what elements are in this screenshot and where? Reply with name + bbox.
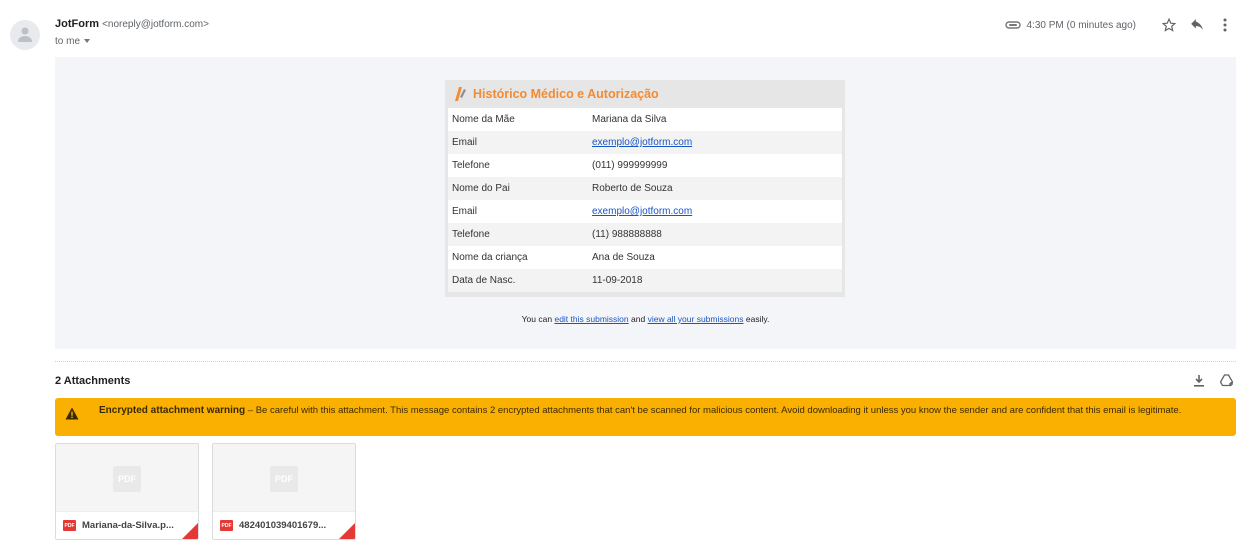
person-icon xyxy=(18,27,32,42)
form-row: Email exemplo@jotform.com xyxy=(448,131,842,154)
field-label: Telefone xyxy=(452,160,490,171)
paperclip-icon xyxy=(1004,21,1021,29)
download-icon xyxy=(1194,374,1204,387)
form-row: Nome da Mãe Mariana da Silva xyxy=(448,108,842,131)
field-label: Email xyxy=(452,137,478,148)
warning-icon xyxy=(65,407,79,420)
field-label: Telefone xyxy=(452,229,490,240)
pdf-preview-icon: PDF xyxy=(113,466,141,492)
message-actions: 4:30 PM (0 minutes ago) xyxy=(1004,16,1235,34)
attachment-tile[interactable]: PDF PDF Mariana-da-Silva.p... xyxy=(55,443,199,540)
field-value: (011) 999999999 xyxy=(592,160,668,171)
encrypted-attachment-warning: Encrypted attachment warning – Be carefu… xyxy=(55,398,1236,436)
reply-icon xyxy=(1191,19,1203,30)
field-label: Nome do Pai xyxy=(452,183,510,194)
divider xyxy=(55,361,1236,362)
form-row: Email exemplo@jotform.com xyxy=(448,200,842,223)
form-row: Telefone (11) 988888888 xyxy=(448,223,842,246)
field-value: Roberto de Souza xyxy=(592,183,673,194)
attachment-footer: PDF Mariana-da-Silva.p... xyxy=(56,511,198,539)
corner-fold-icon xyxy=(339,523,355,539)
form-summary-card: Histórico Médico e Autorização Nome da M… xyxy=(445,80,845,297)
star-icon xyxy=(1162,18,1176,32)
view-submissions-link[interactable]: view all your submissions xyxy=(648,314,744,324)
download-all-button[interactable] xyxy=(1190,372,1208,388)
pdf-file-icon: PDF xyxy=(220,520,233,531)
pdf-file-icon: PDF xyxy=(63,520,76,531)
field-value: Mariana da Silva xyxy=(592,114,667,125)
field-value: 11-09-2018 xyxy=(592,275,643,286)
sender-name[interactable]: JotForm xyxy=(55,18,99,30)
drive-add-icon xyxy=(1220,373,1234,386)
warning-title: Encrypted attachment warning xyxy=(99,405,246,416)
footnote-and: and xyxy=(631,314,646,324)
field-label: Data de Nasc. xyxy=(452,275,516,286)
form-title: Histórico Médico e Autorização xyxy=(473,87,659,101)
save-to-drive-button[interactable] xyxy=(1218,372,1236,388)
field-label: Email xyxy=(452,206,478,217)
attachment-footer: PDF 482401039401679... xyxy=(213,511,355,539)
form-header: Histórico Médico e Autorização xyxy=(448,80,842,108)
field-value: Ana de Souza xyxy=(592,252,655,263)
field-label: Nome da Mãe xyxy=(452,114,515,125)
warning-text: – Be careful with this attachment. This … xyxy=(245,405,1182,416)
footnote-suffix: easily. xyxy=(745,314,770,324)
recipient-details[interactable]: to me xyxy=(55,36,91,47)
email-link[interactable]: exemplo@jotform.com xyxy=(592,206,842,217)
pdf-preview-icon: PDF xyxy=(270,466,298,492)
chevron-down-icon[interactable] xyxy=(84,39,91,44)
field-value: (11) 988888888 xyxy=(592,229,662,240)
form-row: Nome do Pai Roberto de Souza xyxy=(448,177,842,200)
message-time: 4:30 PM (0 minutes ago) xyxy=(1026,19,1137,31)
corner-fold-icon xyxy=(182,523,198,539)
star-button[interactable] xyxy=(1160,16,1178,34)
form-row: Telefone (011) 999999999 xyxy=(448,154,842,177)
footnote-prefix: You can xyxy=(521,314,553,324)
more-options-button[interactable] xyxy=(1216,16,1234,34)
sender-avatar[interactable] xyxy=(10,20,40,50)
attachments-title: 2 Attachments xyxy=(55,375,131,387)
recipient-label: to me xyxy=(55,36,81,47)
attachment-filename: 482401039401679... xyxy=(239,520,327,531)
attachment-tile[interactable]: PDF PDF 482401039401679... xyxy=(212,443,356,540)
attachment-actions xyxy=(1180,372,1236,388)
form-row: Nome da criança Ana de Souza xyxy=(448,246,842,269)
attachment-filename: Mariana-da-Silva.p... xyxy=(82,520,174,531)
edit-submission-link[interactable]: edit this submission xyxy=(554,314,628,324)
sender-email: <noreply@jotform.com> xyxy=(102,19,209,30)
submission-footnote: You can edit this submission and view al… xyxy=(55,314,1236,324)
form-row: Data de Nasc. 11-09-2018 xyxy=(448,269,842,292)
jotform-logo-icon xyxy=(455,87,466,101)
reply-button[interactable] xyxy=(1188,16,1206,34)
field-label: Nome da criança xyxy=(452,252,528,263)
more-vert-icon xyxy=(1223,18,1227,32)
sender-line: JotForm <noreply@jotform.com> xyxy=(55,18,209,30)
email-link[interactable]: exemplo@jotform.com xyxy=(592,137,842,148)
